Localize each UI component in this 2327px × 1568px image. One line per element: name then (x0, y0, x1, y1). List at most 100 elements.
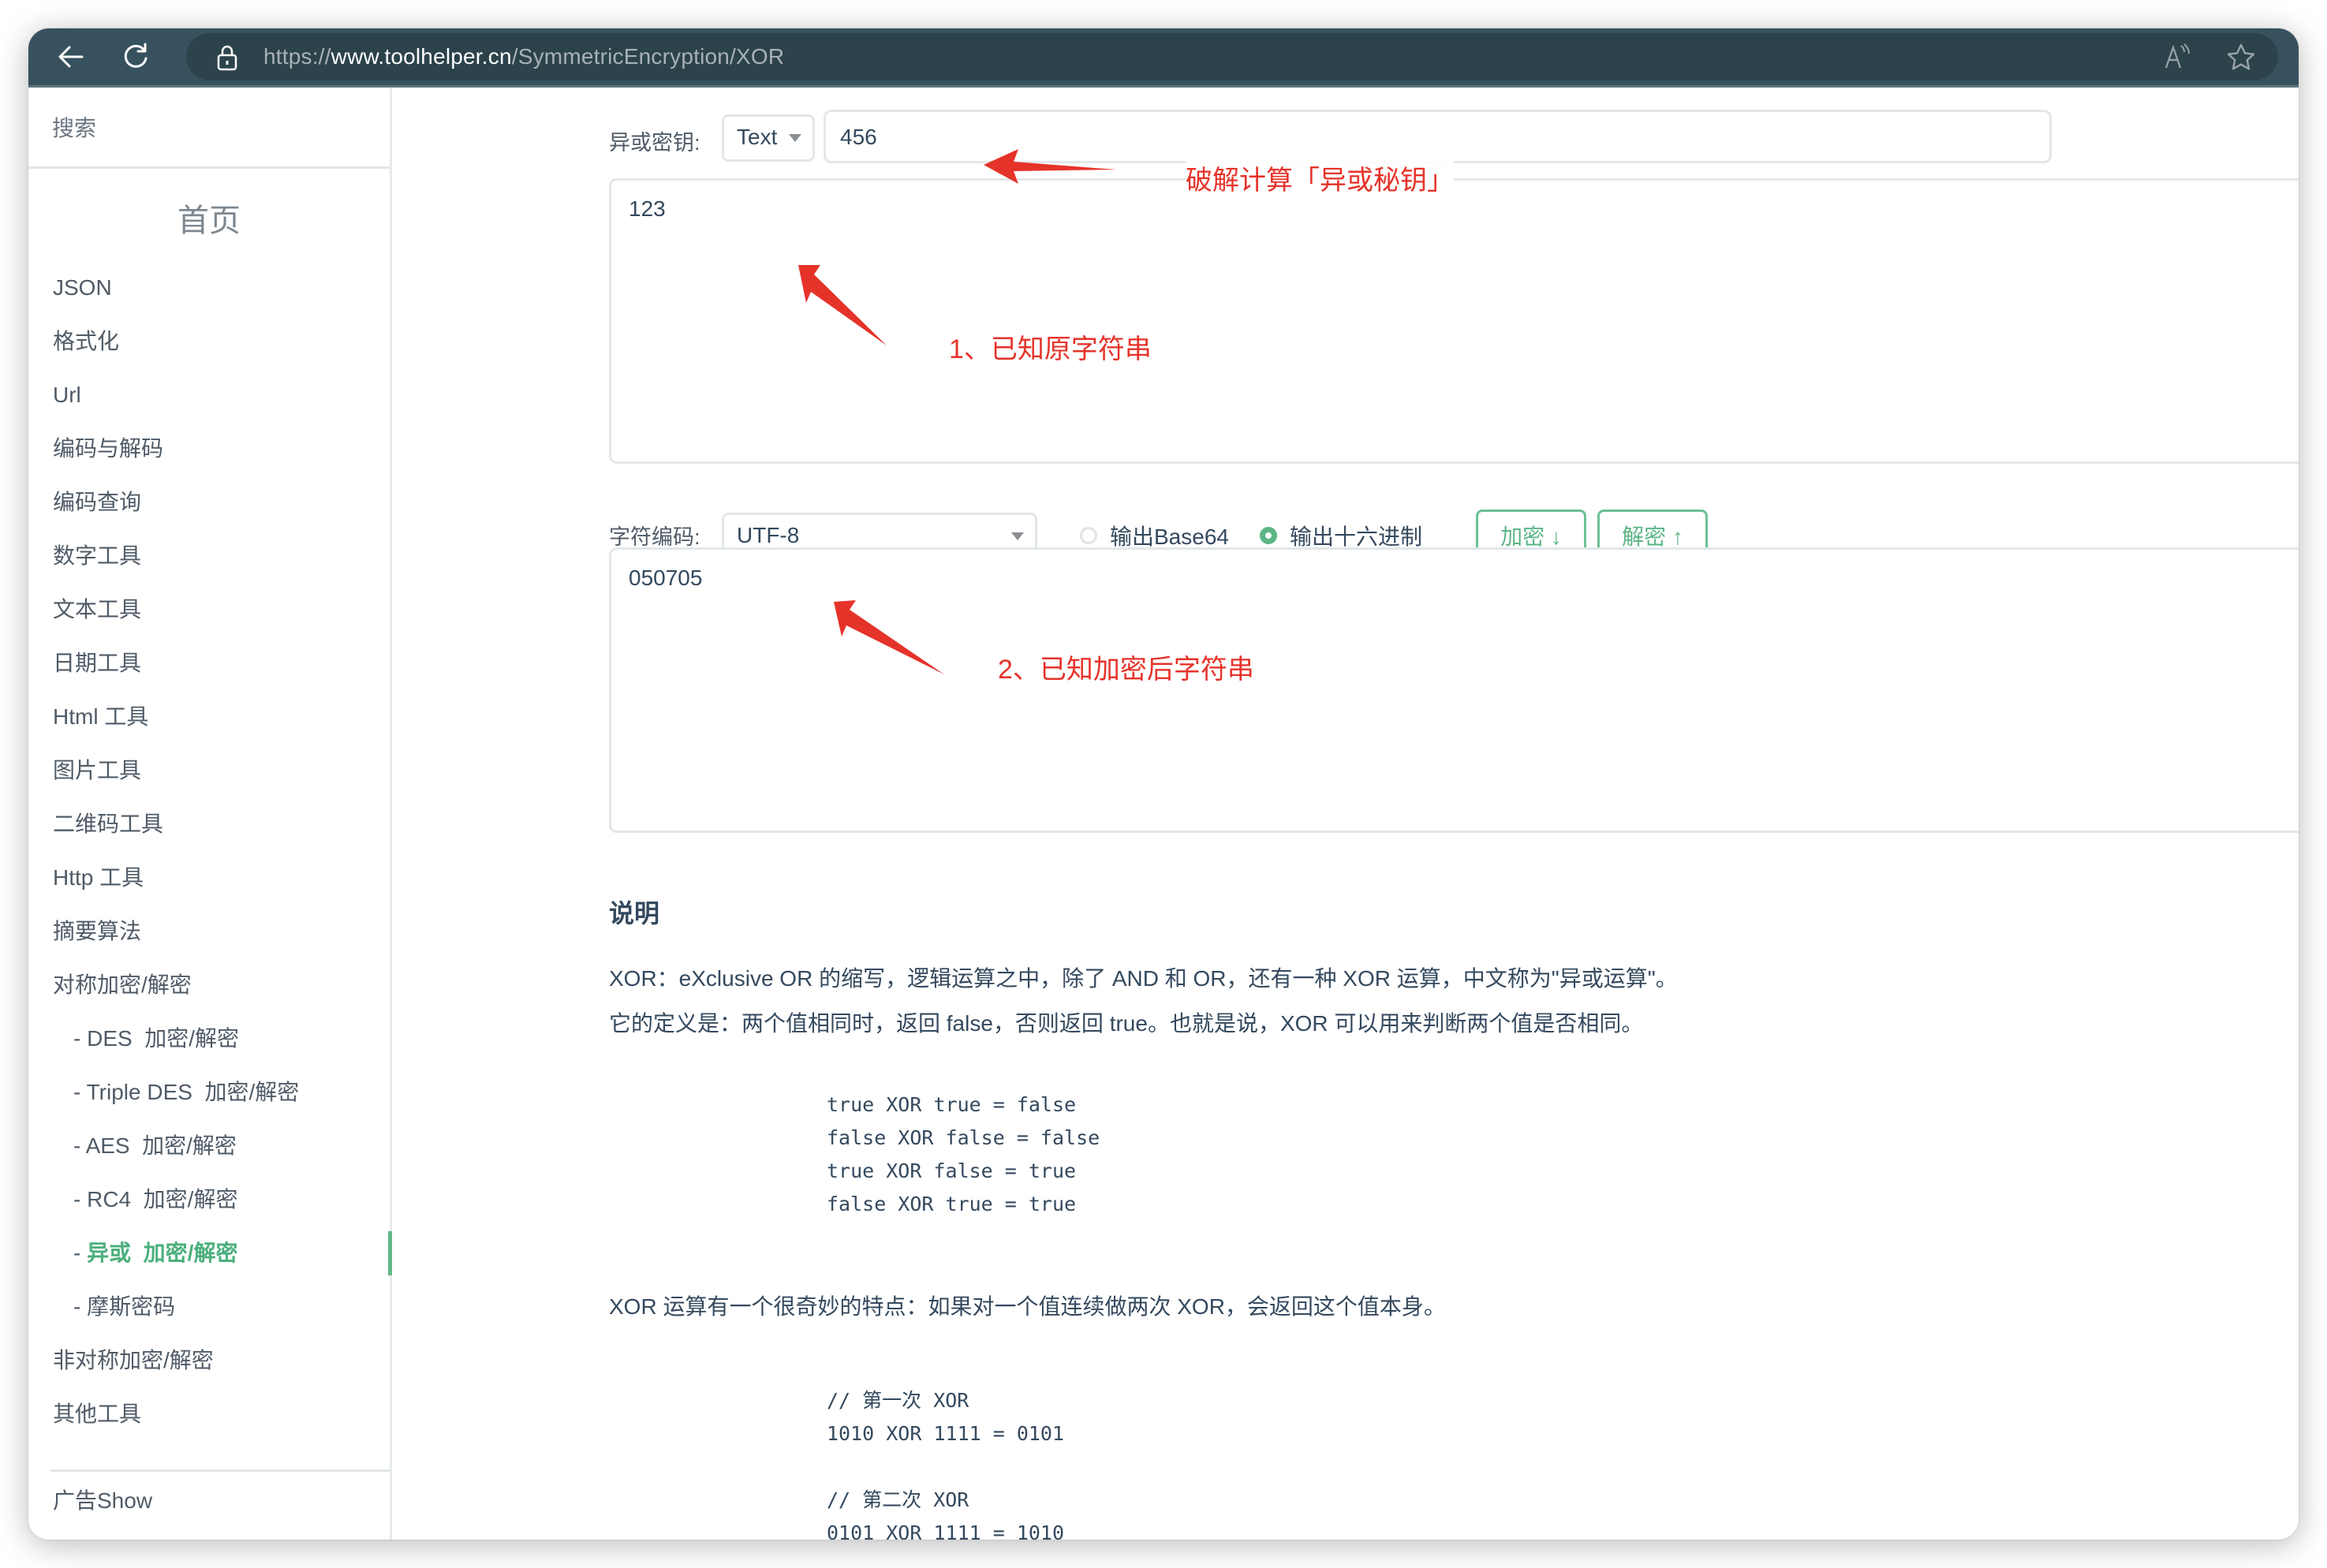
browser-window: https://www.toolhelper.cn/SymmetricEncry… (28, 28, 2299, 1540)
sidebar: 搜索 首页 JSON 格式化 Url 编码与解码编码查询数字工具文本工具日期工具 Htm… (28, 88, 392, 1540)
sidebar-item[interactable]: 对称加密/解密 (28, 958, 390, 1012)
code-line: true XOR false = true (827, 1159, 1077, 1182)
sidebar-item-label: 异或 加密/解密 (87, 1241, 238, 1265)
address-bar[interactable]: https://www.toolhelper.cn/SymmetricEncry… (186, 33, 2278, 80)
code-line: false XOR true = true (827, 1193, 1077, 1215)
doc-paragraph-3: XOR 运算有一个很奇妙的特点：如果对一个值连续做两次 XOR，会返回这个值本身… (609, 1294, 1446, 1319)
sidebar-item-label: 格式化 (53, 329, 120, 353)
sidebar-item[interactable]: 编码与解码 (28, 422, 390, 476)
sidebar-ad-link[interactable]: 广告Show (53, 1484, 152, 1515)
star-icon[interactable] (2226, 43, 2256, 73)
output-hex-radio[interactable]: 输出十六进制 (1260, 520, 1422, 551)
sidebar-home-link[interactable]: 首页 (28, 195, 390, 241)
back-button[interactable] (52, 38, 90, 76)
sidebar-item[interactable]: Html 工具 (28, 690, 390, 744)
sidebar-item-label: Url (53, 383, 81, 407)
sidebar-search[interactable]: 搜索 (28, 88, 390, 169)
code-line: // 第一次 XOR (827, 1389, 969, 1412)
sidebar-item[interactable]: - Triple DES 加密/解密 (28, 1066, 390, 1119)
sidebar-item-prefix: - (73, 1133, 86, 1158)
url-path: /SymmetricEncryption/XOR (511, 44, 785, 69)
sidebar-item[interactable]: - 异或 加密/解密 (28, 1226, 392, 1280)
sidebar-item-label: 摩斯密码 (87, 1294, 176, 1319)
sidebar-item[interactable]: 日期工具 (28, 637, 390, 690)
sidebar-item[interactable]: 数字工具 (28, 529, 390, 583)
url-host: www.toolhelper.cn (331, 44, 512, 69)
code-line: // 第二次 XOR (827, 1488, 969, 1511)
sidebar-item-label: DES 加密/解密 (87, 1026, 240, 1051)
reload-icon (124, 43, 148, 68)
sidebar-item[interactable]: 其他工具 (28, 1387, 390, 1441)
sidebar-item[interactable]: Url (28, 368, 390, 422)
url-scheme: https:// (263, 44, 331, 69)
sidebar-item-label: 对称加密/解密 (53, 973, 192, 997)
code-line: true XOR true = false (827, 1093, 1077, 1116)
sidebar-item[interactable]: Http 工具 (28, 851, 390, 905)
sidebar-item[interactable]: - AES 加密/解密 (28, 1119, 390, 1173)
sidebar-item-label: 编码与解码 (53, 436, 164, 461)
radio-unchecked-icon (1080, 527, 1097, 544)
charset-label: 字符编码: (609, 525, 700, 549)
annotation-arrow-plaintext (798, 265, 887, 345)
sidebar-item-label: AES 加密/解密 (85, 1133, 237, 1158)
xor-example-code: // 第一次 XOR 1010 XOR 1111 = 0101 // 第二次 XOR… (827, 1384, 1064, 1540)
sidebar-item-prefix: - (73, 1187, 88, 1211)
ciphertext-textarea[interactable]: 050705 (609, 547, 2299, 833)
sidebar-item[interactable]: 二维码工具 (28, 797, 390, 851)
sidebar-item-prefix: - (73, 1294, 88, 1319)
output-base64-label: 输出Base64 (1110, 525, 1229, 549)
page-content: 搜索 首页 JSON 格式化 Url 编码与解码编码查询数字工具文本工具日期工具 Htm… (28, 88, 2299, 1540)
sidebar-item-label: 非对称加密/解密 (53, 1348, 214, 1372)
sidebar-item-prefix: - (73, 1241, 88, 1265)
sidebar-item-label: 日期工具 (53, 651, 142, 675)
sidebar-divider (50, 1469, 390, 1472)
code-line: 1010 XOR 1111 = 0101 (827, 1422, 1065, 1445)
sidebar-item-label: JSON (53, 275, 112, 300)
chevron-down-icon (789, 134, 801, 142)
sidebar-item-label: Html 工具 (53, 704, 149, 729)
truth-table-code: true XOR true = false false XOR false = f… (827, 1088, 1100, 1221)
sidebar-item-label: 二维码工具 (53, 812, 164, 836)
ciphertext-value: 050705 (629, 566, 703, 590)
sidebar-item[interactable]: - 摩斯密码 (28, 1280, 390, 1334)
sidebar-item-label: Triple DES 加密/解密 (86, 1080, 300, 1104)
sidebar-item-label: 摘要算法 (53, 919, 142, 943)
annotation-arrow-key (984, 149, 1116, 184)
code-line: 0101 XOR 1111 = 1010 (827, 1521, 1065, 1540)
sidebar-item[interactable]: - RC4 加密/解密 (28, 1173, 390, 1226)
sidebar-nav: JSON 格式化 Url 编码与解码编码查询数字工具文本工具日期工具 Html 工具 图片… (28, 261, 392, 1441)
plaintext-value: 123 (629, 196, 666, 221)
sidebar-item[interactable]: JSON (28, 261, 390, 315)
annotation-arrow-ciphertext (834, 600, 944, 674)
sidebar-item[interactable]: 文本工具 (28, 583, 390, 637)
url-text[interactable]: https://www.toolhelper.cn/SymmetricEncry… (263, 33, 784, 80)
xor-key-label: 异或密钥: (609, 131, 700, 155)
sidebar-item[interactable]: - DES 加密/解密 (28, 1012, 390, 1066)
key-type-select[interactable]: Text (722, 114, 815, 162)
code-line: false XOR false = false (827, 1126, 1100, 1149)
sidebar-item[interactable]: 摘要算法 (28, 905, 390, 958)
sidebar-item-label: 图片工具 (53, 758, 142, 782)
sidebar-item-label: RC4 加密/解密 (87, 1187, 238, 1211)
annotation-plaintext-note: 1、已知原字符串 (949, 327, 1152, 366)
sidebar-item[interactable]: 格式化 (28, 315, 390, 368)
search-label: 搜索 (52, 116, 97, 140)
reload-button[interactable] (117, 38, 155, 76)
doc-paragraph-2: 它的定义是：两个值相同时，返回 false，否则返回 true。也就是说，XOR… (609, 1011, 1644, 1036)
sidebar-item[interactable]: 编码查询 (28, 476, 390, 529)
back-arrow-icon (58, 46, 84, 68)
sidebar-item-label: 数字工具 (53, 543, 142, 568)
sidebar-item-prefix: - (73, 1080, 87, 1104)
sidebar-item-label: Http 工具 (53, 865, 144, 890)
browser-toolbar: https://www.toolhelper.cn/SymmetricEncry… (28, 28, 2299, 88)
sidebar-item[interactable]: 非对称加密/解密 (28, 1334, 390, 1387)
output-hex-label: 输出十六进制 (1290, 525, 1423, 549)
main-panel: 异或密钥: Text 456 123 字符编码: UTF-8 输出Base64 (392, 88, 2299, 1540)
annotation-ciphertext-note: 2、已知加密后字符串 (998, 648, 1254, 686)
read-aloud-icon[interactable] (2163, 43, 2191, 71)
key-type-value: Text (737, 125, 778, 149)
output-base64-radio[interactable]: 输出Base64 (1080, 520, 1229, 551)
sidebar-item[interactable]: 图片工具 (28, 744, 390, 797)
sidebar-item-label: 文本工具 (53, 597, 142, 622)
xor-key-value: 456 (840, 125, 877, 149)
